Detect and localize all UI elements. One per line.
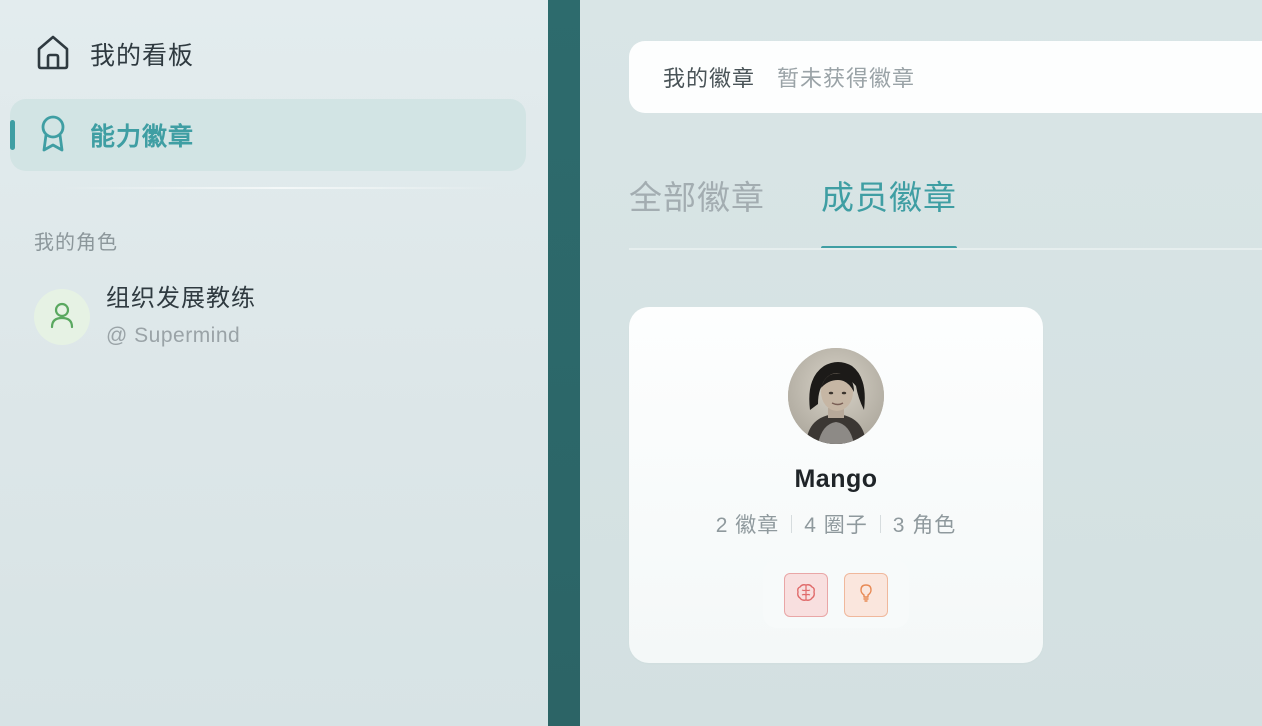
role-avatar bbox=[34, 289, 90, 345]
sidebar-item-label: 我的看板 bbox=[90, 42, 195, 70]
section-title-my-roles: 我的角色 bbox=[34, 232, 118, 254]
app-root: 我的看板 能力徽章 我的角色 组织发展教练 @ Supermind 我的徽章 暂… bbox=[0, 0, 1262, 726]
role-name: 组织发展教练 bbox=[106, 285, 256, 312]
member-stats: 2 徽章 4 圈子 3 角色 bbox=[629, 509, 1043, 539]
tabs-baseline bbox=[629, 248, 1262, 250]
tab-label: 全部徽章 bbox=[629, 179, 765, 216]
my-badges-label: 我的徽章 bbox=[663, 66, 756, 91]
sidebar-item-dashboard[interactable]: 我的看板 bbox=[10, 18, 526, 90]
badge-lightbulb[interactable] bbox=[844, 573, 888, 617]
brain-icon bbox=[795, 582, 817, 609]
tab-label: 成员徽章 bbox=[821, 179, 957, 216]
stat-separator bbox=[791, 515, 793, 533]
member-card[interactable]: Mango 2 徽章 4 圈子 3 角色 bbox=[629, 307, 1043, 663]
badge-tray bbox=[763, 560, 909, 628]
stat-roles: 3 角色 bbox=[892, 514, 957, 537]
panel-divider-strip bbox=[548, 0, 580, 726]
sidebar: 我的看板 能力徽章 我的角色 组织发展教练 @ Supermind bbox=[0, 0, 548, 726]
role-org: @ Supermind bbox=[106, 324, 241, 347]
lightbulb-icon bbox=[855, 582, 877, 609]
main-content: 我的徽章 暂未获得徽章 全部徽章 成员徽章 Mango 2 徽章 4 圈子 3 … bbox=[580, 0, 1262, 726]
stat-circles: 4 圈子 bbox=[804, 514, 868, 537]
stat-badges: 2 徽章 bbox=[715, 514, 780, 537]
active-indicator bbox=[10, 120, 15, 150]
role-item[interactable]: 组织发展教练 @ Supermind bbox=[34, 284, 514, 354]
tab-all-badges[interactable]: 全部徽章 bbox=[629, 170, 765, 250]
my-badges-bar: 我的徽章 暂未获得徽章 bbox=[629, 41, 1262, 113]
award-ribbon-icon bbox=[34, 113, 72, 158]
my-badges-value: 暂未获得徽章 bbox=[777, 66, 916, 91]
badge-brain[interactable] bbox=[784, 573, 828, 617]
sidebar-divider bbox=[60, 187, 500, 189]
sidebar-item-badges[interactable]: 能力徽章 bbox=[10, 99, 526, 171]
user-icon bbox=[49, 301, 75, 334]
home-icon bbox=[34, 33, 72, 76]
avatar[interactable] bbox=[788, 348, 884, 444]
stat-separator bbox=[879, 515, 881, 533]
tab-member-badges[interactable]: 成员徽章 bbox=[821, 170, 957, 250]
badge-tabs: 全部徽章 成员徽章 bbox=[629, 170, 1262, 250]
sidebar-item-label: 能力徽章 bbox=[90, 123, 195, 151]
member-name: Mango bbox=[794, 465, 878, 493]
